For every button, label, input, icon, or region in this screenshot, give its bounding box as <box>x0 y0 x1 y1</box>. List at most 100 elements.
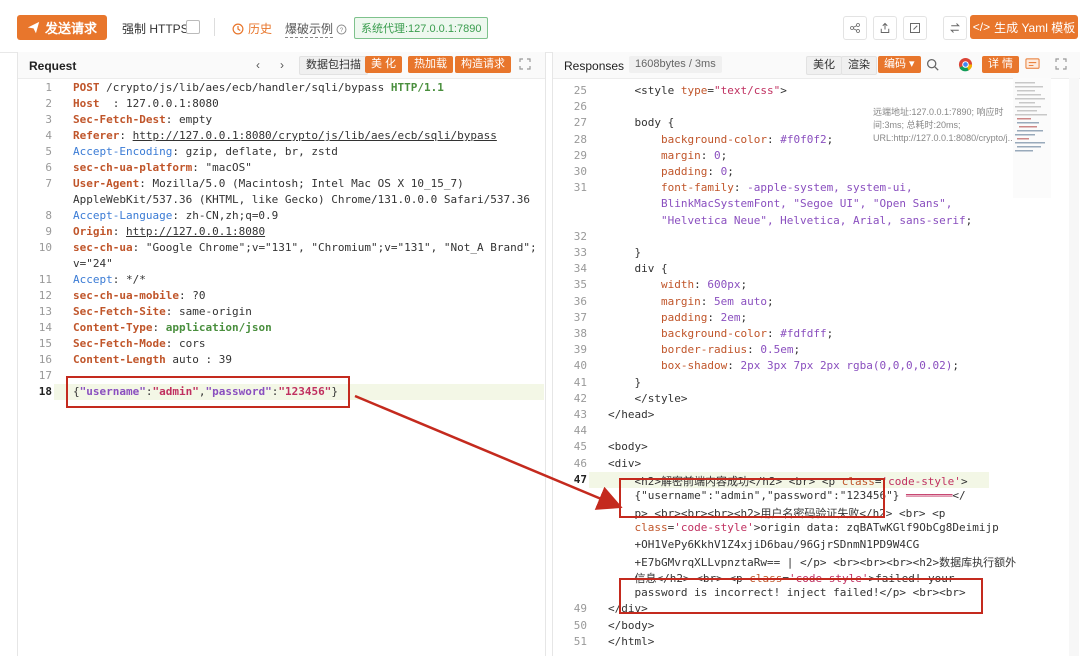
code-token: v="24" <box>73 257 113 270</box>
code-line: box-shadow: 2px 3px 7px 2px rgba(0,0,0,0… <box>608 359 959 372</box>
code-token: 0 <box>713 148 721 162</box>
generate-yaml-button[interactable]: </> 生成 Yaml 模板 <box>970 15 1078 39</box>
code-line: } <box>608 246 641 259</box>
code-token: class <box>608 521 668 535</box>
expand-icon[interactable] <box>1055 58 1067 70</box>
code-token: Host <box>73 97 100 110</box>
code-token: padding <box>608 165 708 178</box>
force-https-checkbox[interactable] <box>186 20 200 34</box>
code-token: : <box>747 343 761 357</box>
response-meta-info: 远端地址:127.0.0.1:7890; 响应时间:3ms; 总耗时:20ms;… <box>873 107 1016 143</box>
code-token: type <box>680 84 708 97</box>
response-panel-header: Responses 1608bytes / 3ms 美化 渲染 编码 ▾ 详 情 <box>553 52 1080 79</box>
code-token: >origin data: zqBATwKGlf9ObCg8Deimijp <box>753 521 999 535</box>
code-line: +OH1VePy6KkhV1Z4xjiD6bau/96GjrSDnmN1PD9W… <box>608 538 919 551</box>
code-token: padding <box>608 310 708 324</box>
line-number: 13 <box>38 305 52 318</box>
vertical-scrollbar[interactable] <box>1069 78 1079 656</box>
generate-yaml-label: 生成 Yaml 模板 <box>994 20 1076 35</box>
line-number: 32 <box>573 229 587 243</box>
swap-button[interactable] <box>943 16 967 40</box>
code-token: body { <box>608 116 675 130</box>
code-token: ; <box>740 278 748 292</box>
code-line: sec-ch-ua-mobile: ?0 <box>73 289 205 302</box>
code-line: border-radius: 0.5em; <box>608 343 800 356</box>
code-token: background-color <box>608 327 767 340</box>
details-button[interactable]: 详 情 <box>982 56 1020 73</box>
chrome-icon[interactable] <box>958 57 973 72</box>
search-icon[interactable] <box>926 58 939 71</box>
code-token: sec-ch-ua-mobile <box>73 289 179 302</box>
build-request-button[interactable]: 构造请求 <box>455 56 511 73</box>
code-token: > <box>780 84 787 97</box>
code-token: Content-Length <box>73 353 166 366</box>
export-button[interactable] <box>873 16 897 40</box>
packet-scan-button[interactable]: 数据包扫描 <box>299 56 368 75</box>
code-line: BlinkMacSystemFont, "Segoe UI", "Open Sa… <box>608 197 952 210</box>
system-proxy-badge[interactable]: 系统代理:127.0.0.1:7890 <box>354 17 489 39</box>
response-viewer[interactable]: 远端地址:127.0.0.1:7890; 响应时间:3ms; 总耗时:20ms;… <box>553 78 1080 656</box>
code-line: "Helvetica Neue", Helvetica, Arial, sans… <box>608 214 972 227</box>
code-token: </html> <box>608 634 655 648</box>
code-token: } <box>608 375 642 389</box>
chevron-left-icon[interactable]: ‹ <box>256 58 260 72</box>
expand-icon[interactable] <box>519 58 531 70</box>
response-size-info: 1608bytes / 3ms <box>629 56 722 73</box>
beautify-toggle[interactable]: 美化 <box>806 56 842 75</box>
request-title: Request <box>29 59 77 73</box>
code-token: </head> <box>608 408 655 421</box>
inject-failed-highlight-box <box>619 578 983 614</box>
code-token: +E7bGMvrqXLLvpnztaRw== | </p> <br><br><b… <box>608 555 1017 569</box>
code-token: ; <box>766 294 774 308</box>
line-number: 31 <box>573 181 587 195</box>
brute-example-link[interactable]: 爆破示例 ? <box>285 20 347 38</box>
code-token: AppleWebKit/537.36 (KHTML, like Gecko) C… <box>73 193 530 206</box>
comment-icon[interactable] <box>1025 57 1040 72</box>
code-token: Sec-Fetch-Site <box>73 305 166 318</box>
request-editor[interactable]: 1 POST /crypto/js/lib/aes/ecb/handler/sql… <box>18 78 545 656</box>
history-button[interactable]: 历史 <box>232 20 272 37</box>
line-number: 7 <box>45 177 52 190</box>
code-line: </head> <box>608 408 654 421</box>
code-line: background-color: #fdfdff; <box>608 327 833 340</box>
code-token: 'code-style' <box>674 521 754 535</box>
line-number: 41 <box>573 375 587 389</box>
share-button[interactable] <box>843 16 867 40</box>
code-minimap[interactable] <box>1013 78 1051 198</box>
beautify-button[interactable]: 美 化 <box>365 56 403 73</box>
line-number: 50 <box>573 618 587 632</box>
code-token: /crypto/js/lib/aes/ecb/handler/sqli/bypa… <box>99 81 391 94</box>
code-token: application/json <box>165 321 272 334</box>
line-number: 28 <box>573 132 587 146</box>
line-number: 18 <box>38 385 52 398</box>
code-token: : <box>707 165 721 178</box>
code-token: BlinkMacSystemFont, "Segoe UI", "Open Sa… <box>608 197 953 211</box>
code-token: 'code-style' <box>881 474 961 488</box>
code-token: HTTP/1.1 <box>390 81 444 94</box>
code-line: sec-ch-ua: "Google Chrome";v="131", "Chr… <box>73 241 537 254</box>
code-line: Accept-Encoding: gzip, deflate, br, zstd <box>73 145 338 158</box>
code-token: : */* <box>112 273 146 286</box>
code-token: : Mozilla/5.0 (Macintosh; Intel Mac OS X… <box>139 177 464 190</box>
encoding-dropdown[interactable]: 编码 ▾ <box>878 56 921 73</box>
decrypted-content-highlight-box <box>619 478 885 518</box>
code-line: Accept-Language: zh-CN,zh;q=0.9 <box>73 209 278 222</box>
code-line: v="24" <box>73 257 113 270</box>
edit-button[interactable] <box>903 16 927 40</box>
hot-reload-button[interactable]: 热加载 <box>408 56 453 73</box>
code-token: 2em <box>720 310 741 324</box>
code-token: +OH1VePy6KkhV1Z4xjiD6bau/96GjrSDnmN1PD9W… <box>608 537 920 551</box>
line-number: 42 <box>573 391 587 405</box>
code-line: padding: 0; <box>608 165 734 178</box>
line-number: 30 <box>573 165 587 178</box>
code-line: </html> <box>608 635 654 648</box>
code-token: border-radius <box>608 343 748 357</box>
code-line: Sec-Fetch-Mode: cors <box>73 337 205 350</box>
code-icon: </> <box>972 20 991 34</box>
line-number: 39 <box>573 343 587 357</box>
render-toggle[interactable]: 渲染 <box>841 56 877 75</box>
line-number: 25 <box>573 84 587 97</box>
send-request-button[interactable]: 发送请求 <box>17 15 107 40</box>
chevron-right-icon[interactable]: › <box>280 58 284 72</box>
force-https-label: 强制 HTTPS <box>122 22 189 36</box>
